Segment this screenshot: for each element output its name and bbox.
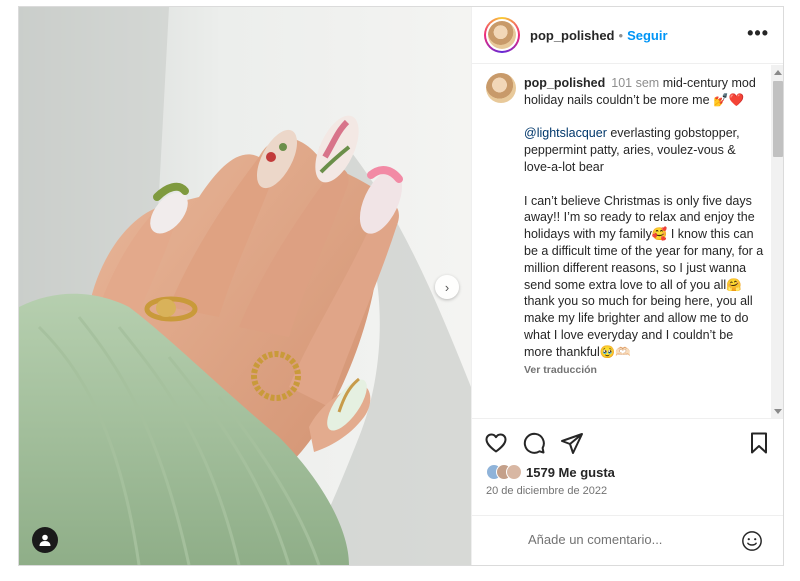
see-translation-link[interactable]: Ver traducción	[524, 362, 764, 379]
likes-summary[interactable]: 1579 Me gusta	[486, 462, 615, 482]
caption-scrollbar[interactable]	[771, 65, 783, 418]
chevron-right-icon: ›	[444, 279, 450, 295]
comment-icon[interactable]	[522, 431, 546, 455]
caption-line-3: I can’t believe Christmas is only five d…	[524, 193, 764, 359]
caption-text: pop_polished 101 sem mid-century mod holi…	[524, 75, 764, 378]
scroll-up-arrow[interactable]	[774, 70, 782, 75]
author-avatar[interactable]	[484, 17, 520, 53]
nails-photo-illustration	[19, 7, 471, 565]
caption-timestamp[interactable]: 101 sem	[611, 76, 659, 90]
caption-avatar[interactable]	[486, 73, 516, 103]
post-window: › pop_polished • Seguir ••• pop_polished…	[18, 6, 784, 566]
heart-icon[interactable]	[484, 431, 508, 455]
liker-avatar	[506, 464, 522, 480]
mention-link[interactable]: @lightslacquer	[524, 126, 607, 140]
more-options-button[interactable]: •••	[747, 24, 769, 42]
caption-area[interactable]: pop_polished 101 sem mid-century mod holi…	[472, 65, 783, 419]
share-icon[interactable]	[560, 431, 584, 455]
scroll-thumb[interactable]	[773, 81, 783, 157]
user-tag-icon	[39, 534, 51, 546]
likes-count[interactable]: 1579 Me gusta	[526, 465, 615, 480]
scroll-down-arrow[interactable]	[774, 409, 782, 414]
follow-button[interactable]: Seguir	[627, 28, 667, 43]
bookmark-icon[interactable]	[747, 431, 771, 455]
post-date[interactable]: 20 de diciembre de 2022	[486, 485, 607, 497]
caption-username[interactable]: pop_polished	[524, 76, 605, 90]
author-username[interactable]: pop_polished	[530, 28, 615, 43]
tagged-users-button[interactable]	[32, 527, 58, 553]
comment-input[interactable]: Añade un comentario...	[528, 532, 662, 547]
comment-bar: Añade un comentario...	[472, 515, 783, 565]
emoji-icon[interactable]	[741, 530, 763, 552]
post-header: pop_polished • Seguir •••	[472, 7, 783, 64]
action-bar	[472, 425, 783, 459]
next-image-button[interactable]: ›	[435, 275, 459, 299]
post-sidebar: pop_polished • Seguir ••• pop_polished 10…	[471, 7, 783, 565]
post-photo[interactable]: ›	[19, 7, 471, 565]
header-separator: •	[618, 27, 624, 43]
